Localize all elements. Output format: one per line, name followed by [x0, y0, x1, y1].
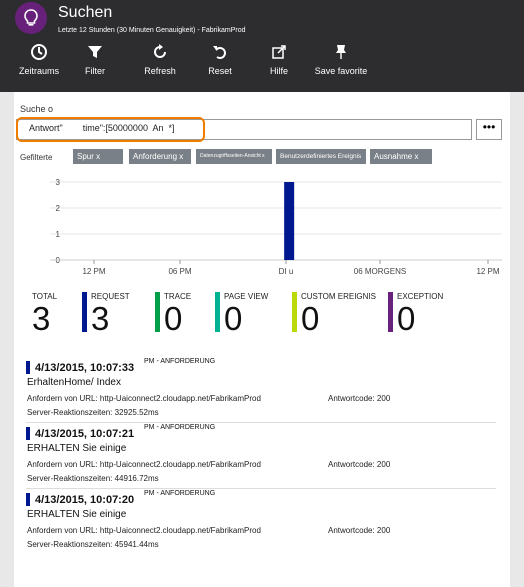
x-tick-label: 12 PM	[82, 267, 105, 276]
refresh-label: Refresh	[144, 66, 176, 76]
chart-bar[interactable]	[284, 182, 295, 260]
metric-color-bar	[215, 292, 220, 332]
result-timestamp: 4/13/2015, 10:07:33	[35, 362, 135, 374]
filter-icon	[72, 42, 118, 62]
pin-icon	[312, 42, 370, 62]
toolbar: Zeitraums Filter Refresh Reset Hilfe Sav…	[0, 42, 524, 90]
save-favorite-label: Save favorite	[314, 66, 368, 76]
metric-value: 3	[91, 300, 110, 337]
filters-label: Gefilterte	[20, 153, 53, 162]
result-url: Anfordern von URL: http-Uaiconnect2.clou…	[27, 460, 261, 469]
filter-chip-custom-event[interactable]: Benutzerdefiniertes Ereignis	[276, 149, 366, 164]
header-bar: Suchen Letzte 12 Stunden (30 Minuten Gen…	[0, 0, 524, 92]
help-button[interactable]: Hilfe	[258, 42, 300, 77]
metric-value: 0	[224, 300, 243, 337]
result-divider	[26, 422, 496, 423]
result-timestamp: 4/13/2015, 10:07:20	[35, 494, 135, 506]
result-type: PM - ANFORDERUNG	[144, 358, 216, 365]
page-subtitle: Letzte 12 Stunden (30 Minuten Genauigkei…	[58, 27, 246, 34]
event-chart: 321012 PM06 PMDI u06 MORGENS12 PM	[50, 178, 502, 276]
metric-color-bar	[155, 292, 160, 332]
filter-button[interactable]: Filter	[72, 42, 118, 77]
result-type: PM - ANFORDERUNG	[144, 490, 216, 497]
time-range-label: Zeitraums	[18, 66, 59, 76]
result-server-time: Server-Reaktionszeiten: 32925.52ms	[27, 408, 159, 417]
x-tick-label: DI u	[279, 267, 294, 276]
filter-chip-exception[interactable]: Ausnahme x	[370, 149, 432, 164]
x-tick-label: 06 MORGENS	[354, 267, 406, 276]
refresh-icon	[136, 42, 184, 62]
result-item[interactable]: 4/13/2015, 10:07:33 PM - ANFORDERUNG Erhal…	[26, 354, 496, 418]
undo-icon	[198, 42, 242, 62]
page-title: Suchen	[58, 4, 113, 21]
more-options-button[interactable]: •••	[476, 119, 502, 140]
result-response-code: Antwortcode: 200	[328, 460, 391, 469]
clock-icon	[12, 42, 66, 62]
result-item[interactable]: 4/13/2015, 10:07:20 PM - ANFORDERUNG ERHAL…	[26, 486, 496, 550]
result-server-time: Server-Reaktionszeiten: 45941.44ms	[27, 540, 159, 549]
time-range-button[interactable]: Zeitraums	[12, 42, 66, 77]
reset-button[interactable]: Reset	[198, 42, 242, 77]
filter-chip-request[interactable]: Anforderung x	[129, 149, 191, 164]
result-url: Anfordern von URL: http-Uaiconnect2.clou…	[27, 526, 261, 535]
result-name: ERHALTEN Sie einige	[27, 443, 127, 454]
metric-value: 0	[301, 300, 320, 337]
result-accent-bar	[26, 493, 30, 506]
result-url: Anfordern von URL: http-Uaiconnect2.clou…	[27, 394, 261, 403]
search-label: Suche o	[20, 104, 54, 114]
result-response-code: Antwortcode: 200	[328, 526, 391, 535]
metric-value: 0	[164, 300, 183, 337]
y-tick-label: 3	[56, 178, 61, 187]
summary-row: TOTAL 3 REQUEST 3 TRACE 0 PAGE VIEW 0 CUSTOM ERE…	[14, 290, 510, 340]
help-label: Hilfe	[269, 66, 288, 76]
x-tick-label: 06 PM	[168, 267, 191, 276]
search-panel: Suche o Antwort" time":[50000000 An *] •…	[14, 92, 510, 587]
result-server-time: Server-Reaktionszeiten: 44916.72ms	[27, 474, 159, 483]
filter-label: Filter	[85, 66, 105, 76]
result-name: ERHALTEN Sie einige	[27, 509, 127, 520]
result-accent-bar	[26, 361, 30, 374]
result-name: ErhaltenHome/ Index	[27, 377, 121, 388]
metric-value: 0	[397, 300, 416, 337]
metric-color-bar	[82, 292, 87, 332]
filter-chip-trace[interactable]: Spur x	[73, 149, 123, 164]
y-tick-label: 1	[56, 230, 61, 239]
search-query-text: Antwort" time":[50000000 An *]	[29, 123, 175, 133]
save-favorite-button[interactable]: Save favorite	[312, 42, 370, 77]
reset-label: Reset	[208, 66, 232, 76]
lightbulb-icon	[15, 2, 47, 34]
y-tick-label: 2	[56, 204, 61, 213]
result-type: PM - ANFORDERUNG	[144, 424, 216, 431]
result-timestamp: 4/13/2015, 10:07:21	[35, 428, 135, 440]
result-divider	[26, 488, 496, 489]
metric-value: 3	[32, 300, 51, 337]
metric-color-bar	[388, 292, 393, 332]
external-link-icon	[258, 42, 300, 62]
result-accent-bar	[26, 427, 30, 440]
filter-chip-pageview[interactable]: Datenzugriffsseiten-Ansicht x	[196, 149, 272, 164]
result-item[interactable]: 4/13/2015, 10:07:21 PM - ANFORDERUNG ERHAL…	[26, 420, 496, 484]
refresh-button[interactable]: Refresh	[136, 42, 184, 77]
metric-color-bar	[292, 292, 297, 332]
result-response-code: Antwortcode: 200	[328, 394, 391, 403]
x-tick-label: 12 PM	[476, 267, 499, 276]
